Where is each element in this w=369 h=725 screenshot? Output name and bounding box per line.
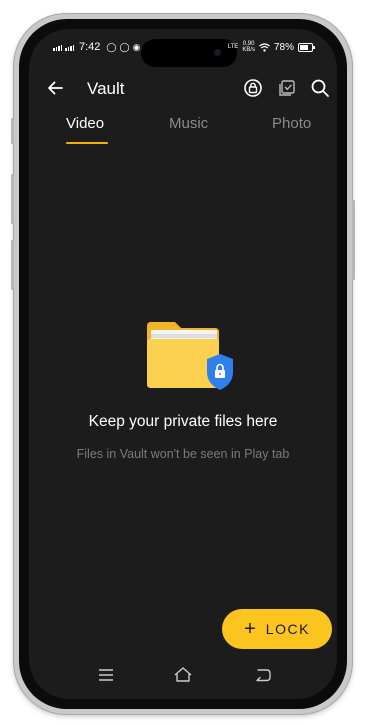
net-speed: 0.90 KB/s [242, 41, 255, 53]
bezel: 7:42 ◯ ◯ ◉ LTE 0.90 KB/s 78% Vault Video… [19, 19, 347, 709]
dynamic-island [141, 39, 237, 67]
system-nav-bar [29, 655, 337, 699]
tab-video[interactable]: Video [66, 115, 104, 132]
network-type-label: LTE [227, 44, 239, 50]
status-right: LTE 0.90 KB/s 78% [227, 41, 315, 53]
camera-icon [214, 49, 221, 56]
signal-icon [65, 43, 74, 51]
lock-button[interactable]: + LOCK [222, 609, 332, 649]
battery-percent: 78% [273, 41, 294, 53]
volume-down-button [11, 240, 14, 290]
volume-up-button [11, 174, 14, 224]
battery-icon [298, 42, 315, 52]
wifi-icon [259, 42, 270, 52]
whatsapp-icon: ◯ [106, 41, 117, 52]
lock-button-label: LOCK [265, 621, 310, 637]
status-left: 7:42 ◯ ◯ ◉ [53, 41, 140, 53]
signal-icon [53, 43, 62, 51]
screen: 7:42 ◯ ◯ ◉ LTE 0.90 KB/s 78% Vault Video… [29, 29, 337, 699]
back-icon[interactable] [253, 665, 273, 685]
back-arrow-icon[interactable] [45, 78, 65, 98]
menu-icon[interactable] [96, 665, 116, 685]
status-time: 7:42 [79, 41, 101, 53]
tab-photo[interactable]: Photo [272, 115, 311, 132]
action-button [11, 118, 14, 144]
app-bar: Vault [29, 73, 337, 103]
page-title: Vault [87, 79, 125, 98]
power-button [352, 200, 355, 280]
select-icon[interactable] [277, 78, 297, 98]
tab-music[interactable]: Music [169, 115, 208, 132]
active-tab-indicator [66, 142, 108, 144]
plus-icon: + [244, 618, 256, 640]
search-icon[interactable] [310, 78, 330, 98]
home-icon[interactable] [173, 665, 193, 685]
lock-circle-icon[interactable] [243, 78, 263, 98]
status-bar: 7:42 ◯ ◯ ◉ LTE 0.90 KB/s 78% [29, 29, 337, 67]
chrome-icon: ◉ [132, 41, 141, 52]
folder-with-lock-shield-icon [147, 322, 233, 390]
net-speed-unit: KB/s [242, 47, 255, 53]
tab-bar: Video Music Photo [29, 115, 337, 145]
notification-icon: ◯ [119, 41, 130, 52]
phone-frame: 7:42 ◯ ◯ ◉ LTE 0.90 KB/s 78% Vault Video… [11, 14, 355, 714]
empty-state-title: Keep your private files here [88, 413, 278, 430]
empty-state-subtitle: Files in Vault won't be seen in Play tab [76, 447, 290, 461]
